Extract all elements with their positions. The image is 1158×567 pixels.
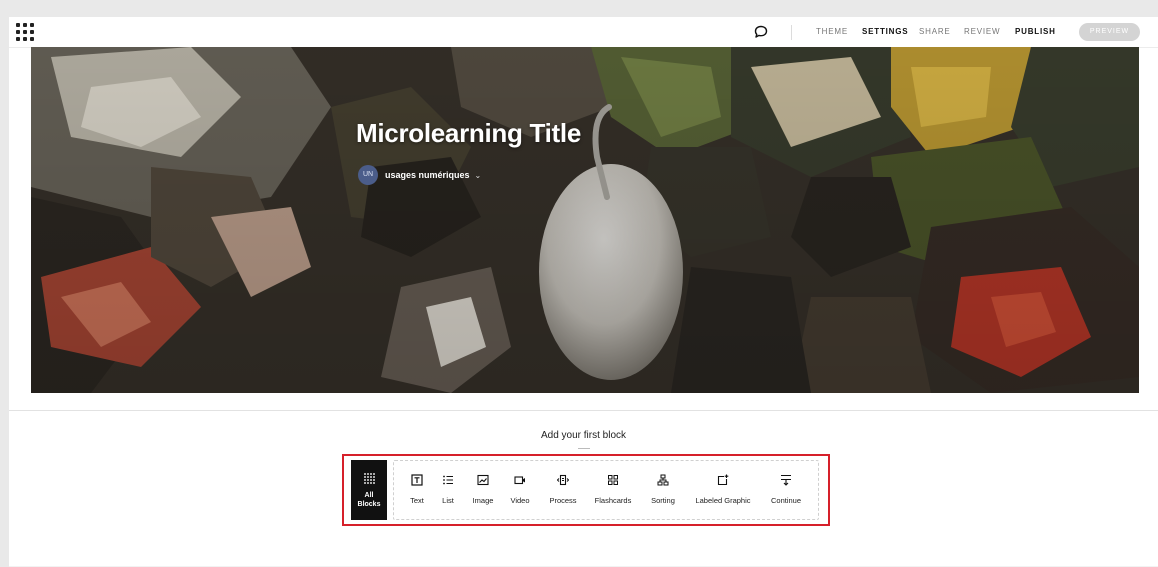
toolbar-divider <box>791 25 792 40</box>
block-sorting[interactable]: Sorting <box>646 460 680 520</box>
hero-background-image <box>31 47 1139 393</box>
all-blocks-label-line1: All <box>364 492 374 499</box>
block-labeled-graphic[interactable]: Labeled Graphic <box>691 460 755 520</box>
block-label: List <box>442 496 454 505</box>
continue-icon <box>781 474 791 486</box>
chevron-down-icon: ⌄ <box>474 170 482 180</box>
block-label: Video <box>510 496 530 505</box>
comment-icon[interactable] <box>753 24 769 40</box>
heading-underline <box>578 448 590 449</box>
app-window: THEME SETTINGS SHARE REVIEW PUBLISH PREV… <box>9 17 1158 567</box>
block-label: Sorting <box>651 496 675 505</box>
nav-theme[interactable]: THEME <box>816 17 848 47</box>
preview-button[interactable]: PREVIEW <box>1079 23 1140 41</box>
all-blocks-grid-icon <box>364 473 375 484</box>
sorting-icon <box>657 474 669 486</box>
block-flashcards[interactable]: Flashcards <box>589 460 637 520</box>
labeled-graphic-icon <box>717 474 729 486</box>
block-label: Continue <box>770 496 802 505</box>
block-label: Image <box>472 496 494 505</box>
page-title[interactable]: Microlearning Title <box>356 118 581 149</box>
block-continue[interactable]: Continue <box>767 460 805 520</box>
block-label: Labeled Graphic <box>695 496 751 505</box>
block-label: Text <box>410 496 424 505</box>
list-icon <box>443 475 453 485</box>
video-icon <box>514 476 525 485</box>
top-toolbar: THEME SETTINGS SHARE REVIEW PUBLISH PREV… <box>9 17 1158 48</box>
process-icon <box>557 474 569 486</box>
block-list[interactable]: List <box>436 460 460 520</box>
all-blocks-label: All Blocks <box>351 491 387 509</box>
nav-publish[interactable]: PUBLISH <box>1015 17 1056 47</box>
author-name: usages numériques <box>385 170 470 180</box>
author-selector[interactable]: UN usages numériques ⌄ <box>358 165 481 185</box>
nav-settings[interactable]: SETTINGS <box>862 17 908 47</box>
add-block-heading: Add your first block <box>540 430 627 441</box>
block-label: Flashcards <box>594 496 632 505</box>
image-icon <box>477 474 489 486</box>
hero-banner[interactable]: Microlearning Title UN usages numériques… <box>31 47 1139 393</box>
nav-review[interactable]: REVIEW <box>964 17 1000 47</box>
all-blocks-button[interactable]: All Blocks <box>351 460 387 520</box>
section-divider <box>9 410 1158 411</box>
text-icon <box>411 474 423 486</box>
flashcards-icon <box>608 475 618 485</box>
grid-menu-icon[interactable] <box>15 22 35 42</box>
avatar: UN <box>358 165 378 185</box>
block-process[interactable]: Process <box>544 460 582 520</box>
block-label: Process <box>549 496 577 505</box>
block-text[interactable]: Text <box>404 460 430 520</box>
all-blocks-label-line2: Blocks <box>357 501 381 508</box>
block-video[interactable]: Video <box>505 460 535 520</box>
block-image[interactable]: Image <box>468 460 498 520</box>
nav-share[interactable]: SHARE <box>919 17 951 47</box>
